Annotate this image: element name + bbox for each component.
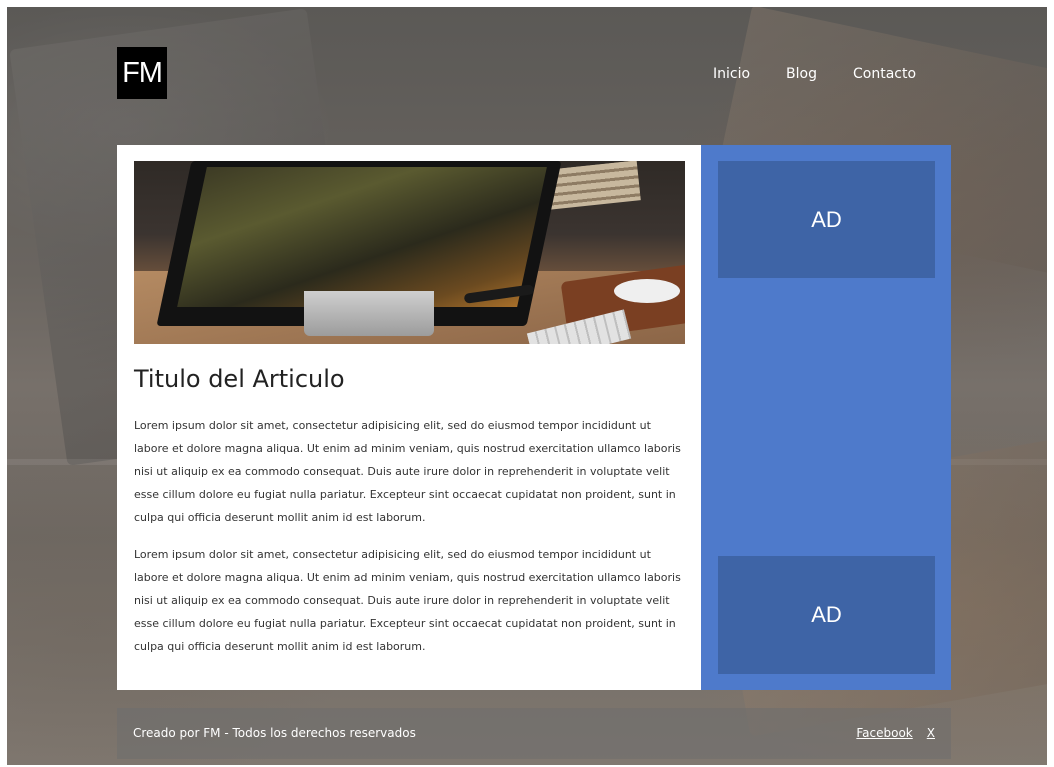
ad-slot-top[interactable]: AD — [718, 161, 935, 278]
monitor-screen-shape — [177, 167, 547, 307]
site-logo[interactable]: FM — [117, 47, 167, 99]
article-paragraph: Lorem ipsum dolor sit amet, consectetur … — [134, 548, 681, 653]
nav-link-contacto[interactable]: Contacto — [853, 66, 916, 82]
nav-link-inicio[interactable]: Inicio — [713, 66, 750, 82]
article-title: Titulo del Articulo — [134, 365, 345, 393]
footer-links: Facebook X — [856, 726, 935, 740]
monitor-stand-shape — [304, 291, 434, 336]
footer-link-x[interactable]: X — [927, 726, 935, 740]
footer-link-facebook[interactable]: Facebook — [856, 726, 912, 740]
mouse-shape — [614, 279, 680, 303]
site-footer: Creado por FM - Todos los derechos reser… — [117, 708, 951, 759]
article-hero-image — [134, 161, 685, 344]
nav-link-blog[interactable]: Blog — [786, 66, 817, 82]
footer-copyright: Creado por FM - Todos los derechos reser… — [133, 726, 416, 740]
main-nav: Inicio Blog Contacto — [713, 66, 916, 82]
article-card: Titulo del Articulo Lorem ipsum dolor si… — [117, 145, 701, 690]
ad-slot-bottom[interactable]: AD — [718, 556, 935, 674]
sidebar: AD AD — [701, 145, 951, 690]
article-paragraph: Lorem ipsum dolor sit amet, consectetur … — [134, 419, 681, 524]
